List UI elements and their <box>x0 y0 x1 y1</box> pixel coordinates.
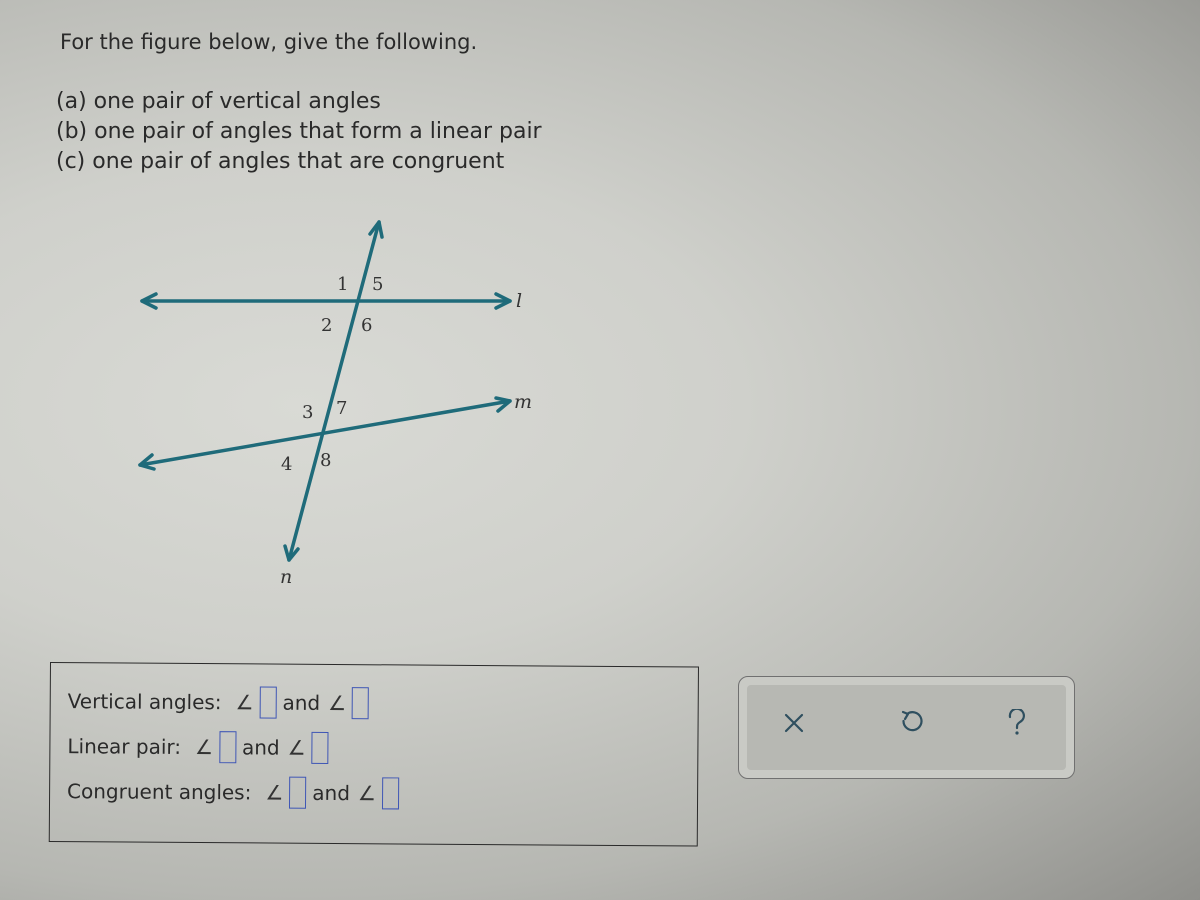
angle-symbol: ∠ <box>287 735 306 760</box>
linear-pair-row: Linear pair: ∠ and ∠ <box>67 730 332 764</box>
angle-label-4: 4 <box>281 454 292 475</box>
line-n <box>287 220 381 562</box>
x-icon <box>784 713 804 733</box>
angle-symbol: ∠ <box>235 690 254 715</box>
angle-label-8: 8 <box>320 450 331 471</box>
undo-icon <box>901 710 923 732</box>
angle-symbol: ∠ <box>265 780 284 805</box>
and-label: and <box>241 735 280 760</box>
congruent-angles-row: Congruent angles: ∠ and ∠ <box>67 775 403 810</box>
and-label: and <box>312 780 351 806</box>
linear-pair-2-input[interactable] <box>311 731 329 764</box>
line-label-l: l <box>516 290 522 312</box>
linear-pair-label: Linear pair: <box>67 734 182 759</box>
angle-symbol: ∠ <box>328 690 347 716</box>
line-label-m: m <box>514 391 532 413</box>
angle-label-7: 7 <box>336 398 347 419</box>
angle-label-3: 3 <box>302 402 313 423</box>
answer-box: Vertical angles: ∠ and ∠ Linear pair: ∠ … <box>48 662 699 847</box>
answer-toolbar <box>738 676 1075 779</box>
vertical-angle-1-input[interactable] <box>259 686 277 719</box>
angle-label-6: 6 <box>361 315 372 336</box>
and-label: and <box>282 690 321 715</box>
angle-label-1: 1 <box>337 274 348 295</box>
angle-symbol: ∠ <box>194 735 214 760</box>
vertical-angles-row: Vertical angles: ∠ and ∠ <box>67 685 374 720</box>
congruent-angles-label: Congruent angles: <box>67 779 252 805</box>
congruent-angle-1-input[interactable] <box>289 776 307 809</box>
line-label-n: n <box>280 566 292 588</box>
vertical-angles-label: Vertical angles: <box>67 689 222 715</box>
vertical-angle-2-input[interactable] <box>351 687 370 720</box>
clear-button[interactable] <box>774 703 814 743</box>
angle-symbol: ∠ <box>357 781 376 806</box>
angle-label-5: 5 <box>372 274 383 295</box>
undo-button[interactable] <box>891 703 931 743</box>
help-icon <box>1008 709 1025 735</box>
angle-label-2: 2 <box>321 315 332 336</box>
help-button[interactable] <box>997 703 1037 743</box>
linear-pair-1-input[interactable] <box>218 731 237 764</box>
congruent-angle-2-input[interactable] <box>381 777 400 810</box>
